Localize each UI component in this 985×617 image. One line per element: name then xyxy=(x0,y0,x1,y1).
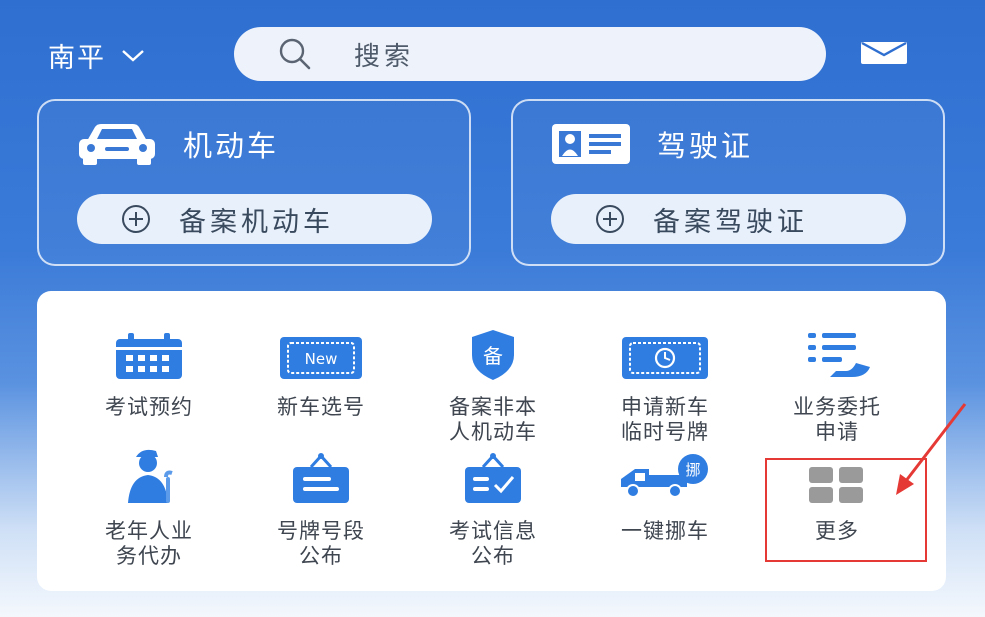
register-license-label: 备案驾驶证 xyxy=(653,206,808,238)
license-card[interactable]: 驾驶证 备案驾驶证 xyxy=(511,99,945,266)
search-bar[interactable]: 搜索 xyxy=(234,27,826,81)
service-label: 一键挪车 xyxy=(621,519,709,543)
exam-sign-icon xyxy=(465,453,521,503)
shield-bei-icon: 备 xyxy=(472,330,514,380)
search-placeholder: 搜索 xyxy=(354,41,415,72)
city-name: 南平 xyxy=(48,43,106,74)
register-vehicle-label: 备案机动车 xyxy=(179,206,334,238)
service-label: 号牌号段 公布 xyxy=(277,519,365,568)
service-one-click-move-car[interactable]: 挪 一键挪车 xyxy=(579,447,751,544)
service-elderly-proxy[interactable]: 老年人业 务代办 xyxy=(63,447,235,569)
license-card-icon xyxy=(552,124,630,164)
service-label: 申请新车 临时号牌 xyxy=(621,395,709,444)
svg-text:New: New xyxy=(305,350,338,368)
plus-circle-icon xyxy=(122,205,150,233)
car-icon xyxy=(79,124,155,165)
mail-icon[interactable] xyxy=(860,41,908,65)
service-label: 新车选号 xyxy=(277,395,365,419)
plus-circle-icon xyxy=(596,205,624,233)
move-badge-text: 挪 xyxy=(685,461,700,479)
service-label: 考试预约 xyxy=(105,395,193,419)
service-exam-info-publish[interactable]: 考试信息 公布 xyxy=(407,447,579,569)
search-icon xyxy=(279,38,311,70)
service-new-plate-selection[interactable]: New 新车选号 xyxy=(235,323,407,420)
vehicle-card-title: 机动车 xyxy=(183,129,280,163)
service-plate-range-publish[interactable]: 号牌号段 公布 xyxy=(235,447,407,569)
red-arrow-icon xyxy=(896,403,967,495)
new-plate-icon: New xyxy=(280,337,362,379)
service-label: 备案非本 人机动车 xyxy=(449,395,537,444)
chevron-down-icon xyxy=(122,49,144,62)
svg-text:备: 备 xyxy=(483,344,503,368)
elderly-icon xyxy=(128,449,173,503)
service-temp-plate[interactable]: 申请新车 临时号牌 xyxy=(579,323,751,445)
calendar-icon xyxy=(116,333,182,379)
list-hand-icon xyxy=(808,333,870,377)
service-exam-booking[interactable]: 考试预约 xyxy=(63,323,235,420)
temp-plate-icon xyxy=(622,337,708,379)
service-register-others-vehicle[interactable]: 备 备案非本 人机动车 xyxy=(407,323,579,445)
top-bar: 南平 搜索 xyxy=(0,0,985,100)
service-label: 老年人业 务代办 xyxy=(105,519,193,568)
register-vehicle-button[interactable]: 备案机动车 xyxy=(77,194,432,244)
register-license-button[interactable]: 备案驾驶证 xyxy=(551,194,906,244)
tow-truck-icon: 挪 xyxy=(621,454,708,498)
service-label: 考试信息 公布 xyxy=(449,519,537,568)
city-selector[interactable]: 南平 xyxy=(48,36,146,75)
license-card-title: 驾驶证 xyxy=(657,129,754,163)
vehicle-card[interactable]: 机动车 备案机动车 xyxy=(37,99,471,266)
plate-sign-icon xyxy=(293,453,349,503)
